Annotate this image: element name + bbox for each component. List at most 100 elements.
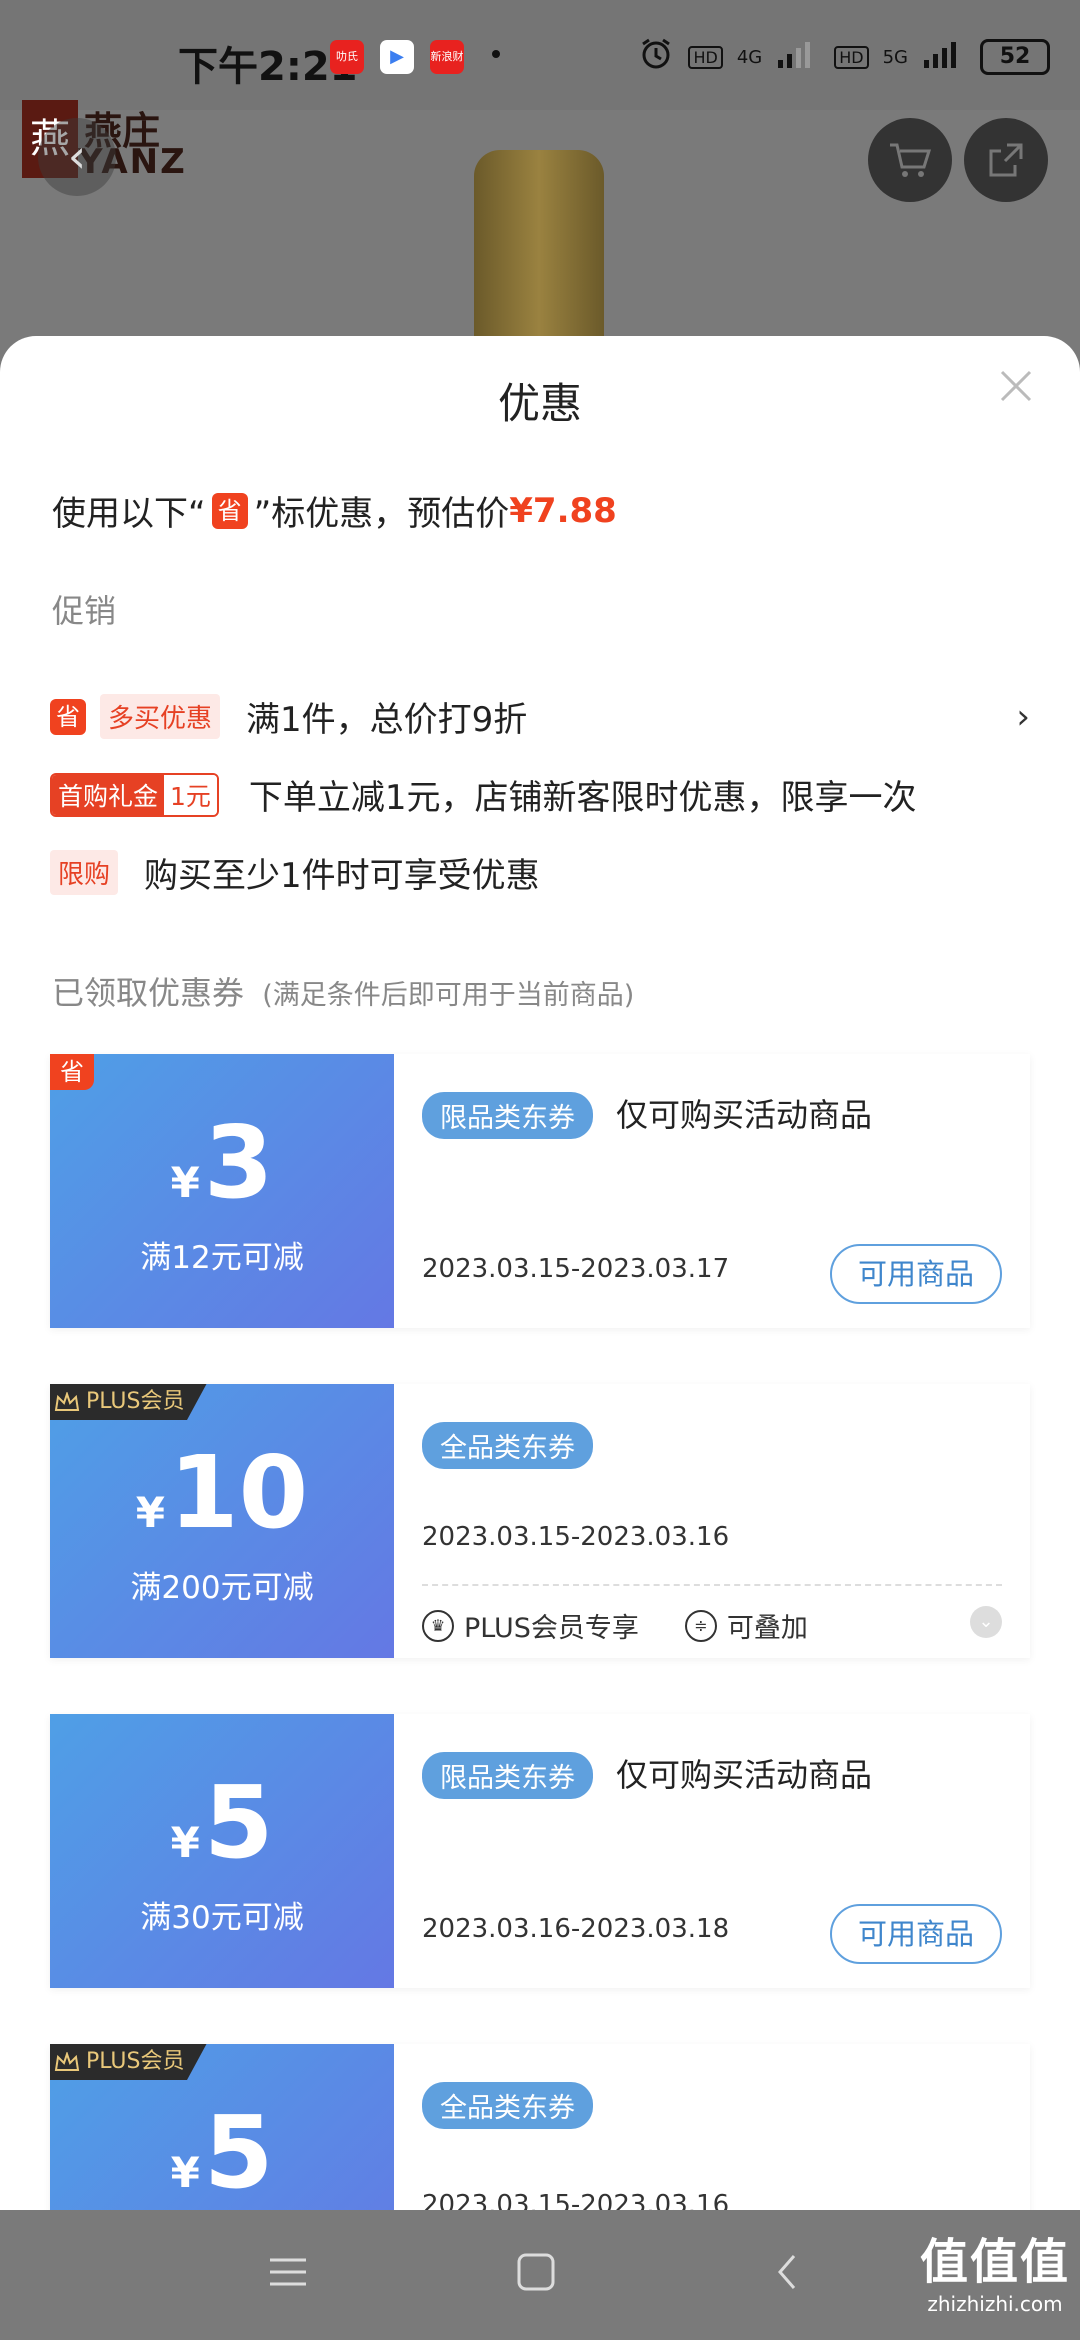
currency-symbol: ¥ (170, 2148, 200, 2197)
alarm-icon (638, 36, 674, 78)
coupon-card[interactable]: PLUS会员 ¥5 全品类东券 2023.03.15-2023.03.16 (50, 2044, 1030, 2210)
sheng-icon: 省 (211, 492, 248, 529)
limit-tag: 限购 (50, 850, 119, 895)
coupon-value-panel: 省 ¥3 满12元可减 (50, 1054, 394, 1328)
sheng-badge: 省 (50, 1054, 94, 1090)
coupon-value-panel: PLUS会员 ¥10 满200元可减 (50, 1384, 394, 1658)
back-button[interactable]: ‹ (38, 118, 116, 196)
close-icon (1000, 370, 1032, 402)
watermark-url: zhizhizhi.com (927, 2292, 1063, 2316)
home-icon (517, 2253, 555, 2291)
plus-only-label: PLUS会员专享 (464, 1613, 639, 1644)
coupon-amount: ¥10 (50, 1434, 394, 1551)
estimated-price: ¥7.88 (509, 490, 617, 531)
coupon-date: 2023.03.15-2023.03.17 (422, 1254, 730, 1284)
price-summary: 使用以下“ 省 ”标优惠，预估价 ¥7.88 (52, 486, 617, 535)
menu-button[interactable] (268, 2252, 308, 2296)
coupon-card[interactable]: 省 ¥3 满12元可减 限品类东券 仅可购买活动商品 2023.03.15-20… (50, 1054, 1030, 1328)
promo-text: 购买至少1件时可享受优惠 (144, 856, 540, 896)
share-button[interactable] (964, 118, 1048, 202)
first-purchase-tag-value: 1元 (164, 774, 217, 815)
stackable-label: 可叠加 (726, 1613, 808, 1644)
coupon-desc: 仅可购买活动商品 (616, 1096, 873, 1134)
sheng-icon: 省 (50, 698, 86, 735)
coupon-info: 全品类东券 2023.03.15-2023.03.16 (422, 2044, 1030, 2210)
app-icon-2: ▶ (380, 40, 414, 74)
coupon-info: 全品类东券 2023.03.15-2023.03.16 ♛ PLUS会员专享 ≑… (422, 1384, 1030, 1658)
coupon-card[interactable]: ¥5 满30元可减 限品类东券 仅可购买活动商品 2023.03.16-2023… (50, 1714, 1030, 1988)
crown-icon (54, 1392, 80, 1411)
coupon-condition: 满12元可减 (140, 1240, 304, 1276)
nav-back-button[interactable] (772, 2252, 802, 2296)
summary-suffix: ”标优惠，预估价 (253, 494, 510, 534)
usable-items-button[interactable]: 可用商品 (830, 1244, 1002, 1304)
promo-row-multi-buy[interactable]: 省 多买优惠 满1件，总价打9折 › (50, 692, 1030, 741)
coupon-hint: (满足条件后即可用于当前商品) (262, 980, 635, 1011)
coupon-date: 2023.03.15-2023.03.16 (422, 1522, 730, 1552)
watermark: 值值值 zhizhizhi.com (920, 2222, 1070, 2316)
coupon-value-panel: ¥5 满30元可减 (50, 1714, 394, 1988)
coupon-type-pill: 限品类东券 (422, 1752, 593, 1799)
crown-icon (54, 2052, 80, 2071)
promo-text: 满1件，总价打9折 (246, 700, 528, 740)
amount-value: 10 (169, 1434, 309, 1551)
cart-button[interactable] (868, 118, 952, 202)
coupon-perks: ♛ PLUS会员专享 ≑ 可叠加 (422, 1606, 808, 1645)
plus-badge: PLUS会员 (50, 1384, 207, 1420)
coupon-info: 限品类东券 仅可购买活动商品 2023.03.16-2023.03.18 可用商… (422, 1714, 1030, 1988)
more-dot-icon (492, 50, 500, 58)
coupon-type-pill: 全品类东券 (422, 2082, 593, 2129)
amount-value: 5 (203, 2094, 274, 2210)
status-bar: 下午2:21 叻氏 ▶ 新浪财 HD 4G HD 5G 52 (0, 0, 1080, 110)
sheet-title: 优惠 (497, 379, 582, 428)
coupon-value-panel: PLUS会员 ¥5 (50, 2044, 394, 2210)
app-icon-3: 新浪财 (430, 40, 464, 74)
currency-symbol: ¥ (170, 1818, 200, 1867)
battery-indicator: 52 (980, 39, 1050, 75)
discount-sheet: 优惠 使用以下“ 省 ”标优惠，预估价 ¥7.88 促销 省 多买优惠 满1件，… (0, 336, 1080, 2210)
plus-badge-label: PLUS会员 (86, 1389, 185, 1414)
usable-items-button[interactable]: 可用商品 (830, 1904, 1002, 1964)
coupon-type-pill: 限品类东券 (422, 1092, 593, 1139)
coupon-section-label: 已领取优惠券 (满足条件后即可用于当前商品) (52, 968, 634, 1014)
coupon-amount: ¥3 (50, 1104, 394, 1221)
stack-icon: ≑ (684, 1609, 717, 1642)
network-5g: 5G (882, 46, 908, 68)
coupon-condition: 满200元可减 (130, 1570, 314, 1606)
network-4g: 4G (736, 46, 763, 68)
promo-row-limit: 限购 购买至少1件时可享受优惠 (50, 848, 1030, 897)
currency-symbol: ¥ (170, 1158, 200, 1207)
product-image (474, 150, 604, 340)
home-button[interactable] (516, 2252, 556, 2296)
coupon-type-pill: 全品类东券 (422, 1422, 593, 1469)
status-right: HD 4G HD 5G 52 (638, 36, 1050, 78)
close-button[interactable] (996, 366, 1036, 406)
share-icon (989, 143, 1023, 177)
promo-text: 下单立减1元，店铺新客限时优惠，限享一次 (248, 778, 917, 818)
system-nav-bar (0, 2210, 1080, 2340)
coupon-desc: 仅可购买活动商品 (616, 1756, 873, 1794)
multi-buy-tag: 多买优惠 (100, 694, 221, 739)
coupon-card[interactable]: PLUS会员 ¥10 满200元可减 全品类东券 2023.03.15-2023… (50, 1384, 1030, 1658)
first-purchase-tag: 首购礼金 1元 (50, 772, 219, 817)
watermark-title: 值值值 (919, 2234, 1070, 2290)
app-icon-1: 叻氏 (330, 40, 364, 74)
expand-chevron-icon[interactable]: ⌄ (970, 1606, 1002, 1638)
summary-prefix: 使用以下“ (52, 494, 206, 534)
hd-badge-1: HD (688, 45, 723, 69)
hd-badge-2: HD (834, 45, 869, 69)
divider (422, 1584, 1002, 1586)
crown-circle-icon: ♛ (422, 1609, 454, 1642)
back-icon (778, 2255, 796, 2289)
amount-value: 3 (203, 1104, 274, 1221)
coupon-info: 限品类东券 仅可购买活动商品 2023.03.15-2023.03.17 可用商… (422, 1054, 1030, 1328)
chevron-right-icon: › (1016, 696, 1030, 737)
cart-icon (890, 143, 932, 177)
signal-icon (776, 38, 820, 76)
signal-icon-2 (922, 38, 966, 76)
coupon-condition: 满30元可减 (140, 1900, 304, 1936)
coupon-amount: ¥5 (50, 1764, 394, 1881)
menu-icon (270, 2258, 306, 2286)
coupon-date: 2023.03.16-2023.03.18 (422, 1914, 730, 1944)
plus-badge-label: PLUS会员 (86, 2049, 185, 2074)
